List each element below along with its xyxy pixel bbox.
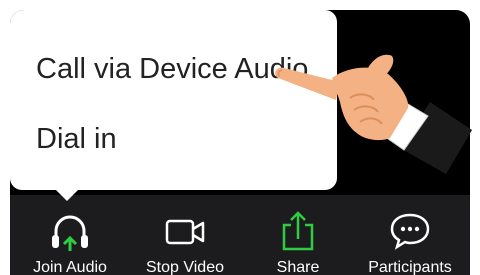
share-label: Share (276, 259, 320, 275)
participants-label: Participants (368, 259, 452, 275)
meeting-toolbar: Join Audio Stop Video Share Participants (10, 195, 470, 275)
pointing-hand-icon (262, 38, 472, 188)
share-button[interactable]: Share (238, 195, 358, 275)
dial-in-option[interactable]: Dial in (36, 122, 117, 156)
stop-video-label: Stop Video (146, 259, 224, 275)
chat-bubble-icon (386, 209, 434, 253)
participants-button[interactable]: Participants (350, 195, 470, 275)
video-camera-icon (161, 209, 209, 253)
stop-video-button[interactable]: Stop Video (125, 195, 245, 275)
popup-pointer-arrow (55, 189, 79, 201)
headphones-icon (46, 209, 94, 253)
join-audio-button[interactable]: Join Audio (10, 195, 130, 275)
join-audio-label: Join Audio (33, 259, 107, 275)
share-upload-icon (274, 209, 322, 253)
